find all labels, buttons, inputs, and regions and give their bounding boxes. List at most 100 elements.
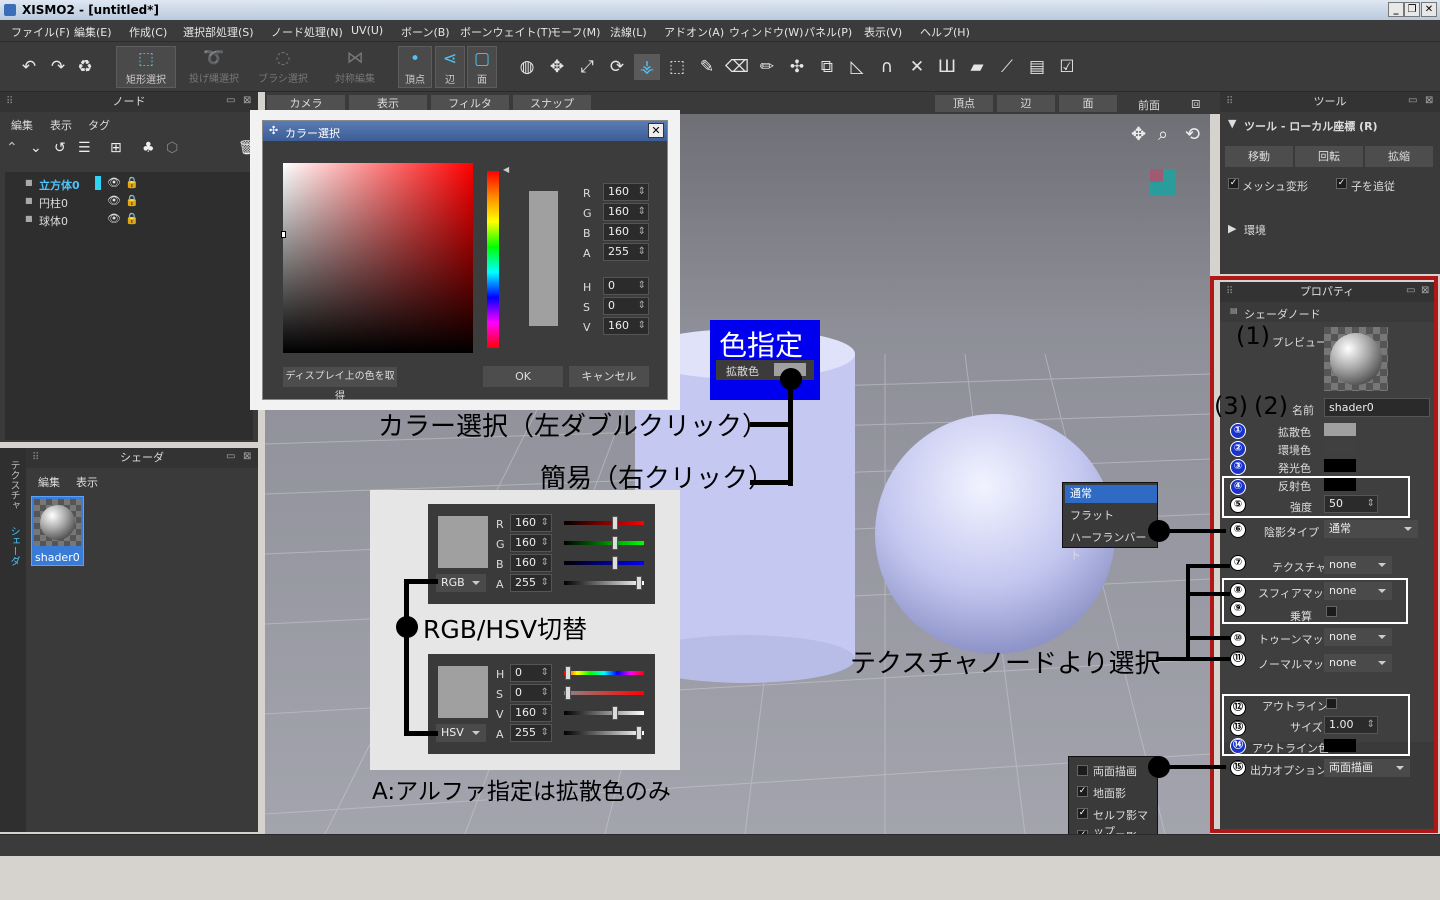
pan-icon[interactable]: ✥ [1131,124,1146,145]
menu-view[interactable]: 表示(V) [864,24,902,40]
slider-knob[interactable] [636,726,642,740]
rgb-mode-dropdown[interactable]: RGB [436,574,486,592]
vp-front-label[interactable]: 前面 [1138,97,1160,113]
edge-mode-button[interactable]: ⋖ 辺 [435,46,465,88]
menu-bone[interactable]: ボーン(B) [401,24,450,40]
pencil-icon[interactable]: ✏ [754,54,780,80]
menu-uv[interactable]: UV(U) [351,24,383,37]
restore-button[interactable]: ❐ [1404,2,1420,17]
view-cube-icon[interactable]: ⧈ [1191,94,1201,112]
scale-button[interactable]: 拡縮 [1365,146,1433,167]
tab-shader[interactable]: シェーダ [6,526,21,566]
node-item[interactable]: ■ 球体0 👁 🔒 [5,212,253,228]
mini-s-input[interactable]: 0 [510,684,552,702]
hue-pointer-icon[interactable]: ◀ [503,165,509,174]
double-sided-checkbox[interactable] [1077,765,1088,776]
output-menu-item[interactable]: 地面影 [1093,785,1126,801]
menu-boneweight[interactable]: ボーンウェイト(T) [460,24,552,40]
eraser-icon[interactable]: ⌫ [724,54,750,80]
v-slider[interactable] [564,706,644,720]
self-shadow-map-checkbox[interactable]: ✓ [1077,808,1088,819]
slider-knob[interactable] [612,556,618,570]
vp-vertex-button[interactable]: 頂点 [935,95,993,112]
close-icon[interactable]: ⊠ [243,451,251,462]
close-icon[interactable]: ⊠ [243,95,251,106]
close-icon[interactable]: ⊠ [1425,95,1433,106]
mini-h-input[interactable]: 0 [510,664,552,682]
face-mode-button[interactable]: ▢ 面 [467,46,497,88]
slider-knob[interactable] [565,686,571,700]
film-icon[interactable]: ▤ [1024,54,1050,80]
shade-menu-item[interactable]: フラット [1065,507,1157,525]
saturation-value-picker[interactable] [281,163,473,353]
local-axis-icon[interactable]: ⚶ [634,54,660,80]
cube-outline-icon[interactable]: ⧉ [814,54,840,80]
mini-a2-input[interactable]: 255 [510,724,552,742]
h-slider[interactable] [564,666,644,680]
vertex-mode-button[interactable]: • 頂点 [398,46,432,88]
undo-icon[interactable]: ↶ [16,54,42,80]
vp-edge-button[interactable]: 辺 [997,95,1055,112]
group-icon[interactable]: ♣ [142,140,155,156]
redo-icon[interactable]: ↷ [45,54,71,80]
node-menu-view[interactable]: 表示 [50,117,72,133]
pen-icon[interactable]: ✎ [694,54,720,80]
eye-icon[interactable]: 👁 [107,176,121,189]
collapse-arrow-icon[interactable]: ▼ [1228,117,1236,130]
rotate-icon[interactable]: ⟳ [604,54,630,80]
mini-a-input[interactable]: 255 [510,574,552,592]
mini-b-input[interactable]: 160 [510,554,552,572]
lock-icon[interactable]: 🔒 [125,176,139,189]
slider-knob[interactable] [636,576,642,590]
slider-knob[interactable] [612,536,618,550]
mini-g-input[interactable]: 160 [510,534,552,552]
hue-slider[interactable] [487,171,499,348]
slider-knob[interactable] [612,516,618,530]
g-slider[interactable] [564,536,644,550]
arch-icon[interactable]: ∩ [874,54,900,80]
symmetry-edit-button[interactable]: ⋈ 対称編集 [328,46,382,88]
menu-normal[interactable]: 法線(L) [610,24,647,40]
menu-create[interactable]: 作成(C) [129,24,167,40]
menu-node[interactable]: ノード処理(N) [271,24,343,40]
edit-box-icon[interactable]: ☑ [1054,54,1080,80]
eye-icon[interactable]: 👁 [107,194,121,207]
menu-selection[interactable]: 選択部処理(S) [183,24,254,40]
weight-icon[interactable]: Ш [934,54,960,80]
shader-menu-edit[interactable]: 編集 [38,474,60,490]
minimize-icon[interactable]: ▭ [226,95,235,106]
sv-cursor[interactable] [281,231,286,238]
up-icon[interactable]: ⌃ [6,140,18,156]
lock-icon[interactable]: 🔒 [125,194,139,207]
output-menu-item[interactable]: 両面描画 [1093,763,1137,779]
ok-button[interactable]: OK [483,366,563,387]
minimize-icon[interactable]: ▭ [226,451,235,462]
a2-slider[interactable] [564,726,644,740]
g-input[interactable]: 160 [603,203,649,221]
move-icon[interactable]: ✥ [544,54,570,80]
r-slider[interactable] [564,516,644,530]
menu-edit[interactable]: 編集(E) [74,24,112,40]
rect-select-button[interactable]: ⬚ 矩形選択 [116,46,176,88]
grid-icon[interactable]: ⊞ [110,140,122,156]
mini-r-input[interactable]: 160 [510,514,552,532]
mesh-transform-checkbox[interactable]: ✓ [1228,178,1239,189]
scatter-icon[interactable]: ✣ [784,54,810,80]
v-input[interactable]: 160 [603,317,649,335]
node-menu-edit[interactable]: 編集 [11,117,33,133]
scale-icon[interactable]: ⤢ [574,54,600,80]
eye-icon[interactable]: 👁 [107,212,121,225]
shader-menu-view[interactable]: 表示 [76,474,98,490]
tab-texture[interactable]: テクスチャ [6,460,21,510]
minimize-button[interactable]: _ [1388,2,1404,17]
down-icon[interactable]: ⌄ [30,140,42,156]
move-button[interactable]: 移動 [1225,146,1293,167]
marquee-icon[interactable]: ⬚ [664,54,690,80]
menu-help[interactable]: ヘルプ(H) [920,24,970,40]
node-item[interactable]: ■ 円柱0 👁 🔒 [5,194,253,210]
environment-label[interactable]: 環境 [1244,222,1266,238]
s-slider[interactable] [564,686,644,700]
mini-v-input[interactable]: 160 [510,704,552,722]
brush-select-button[interactable]: ◌ ブラシ選択 [254,46,312,88]
b-slider[interactable] [564,556,644,570]
